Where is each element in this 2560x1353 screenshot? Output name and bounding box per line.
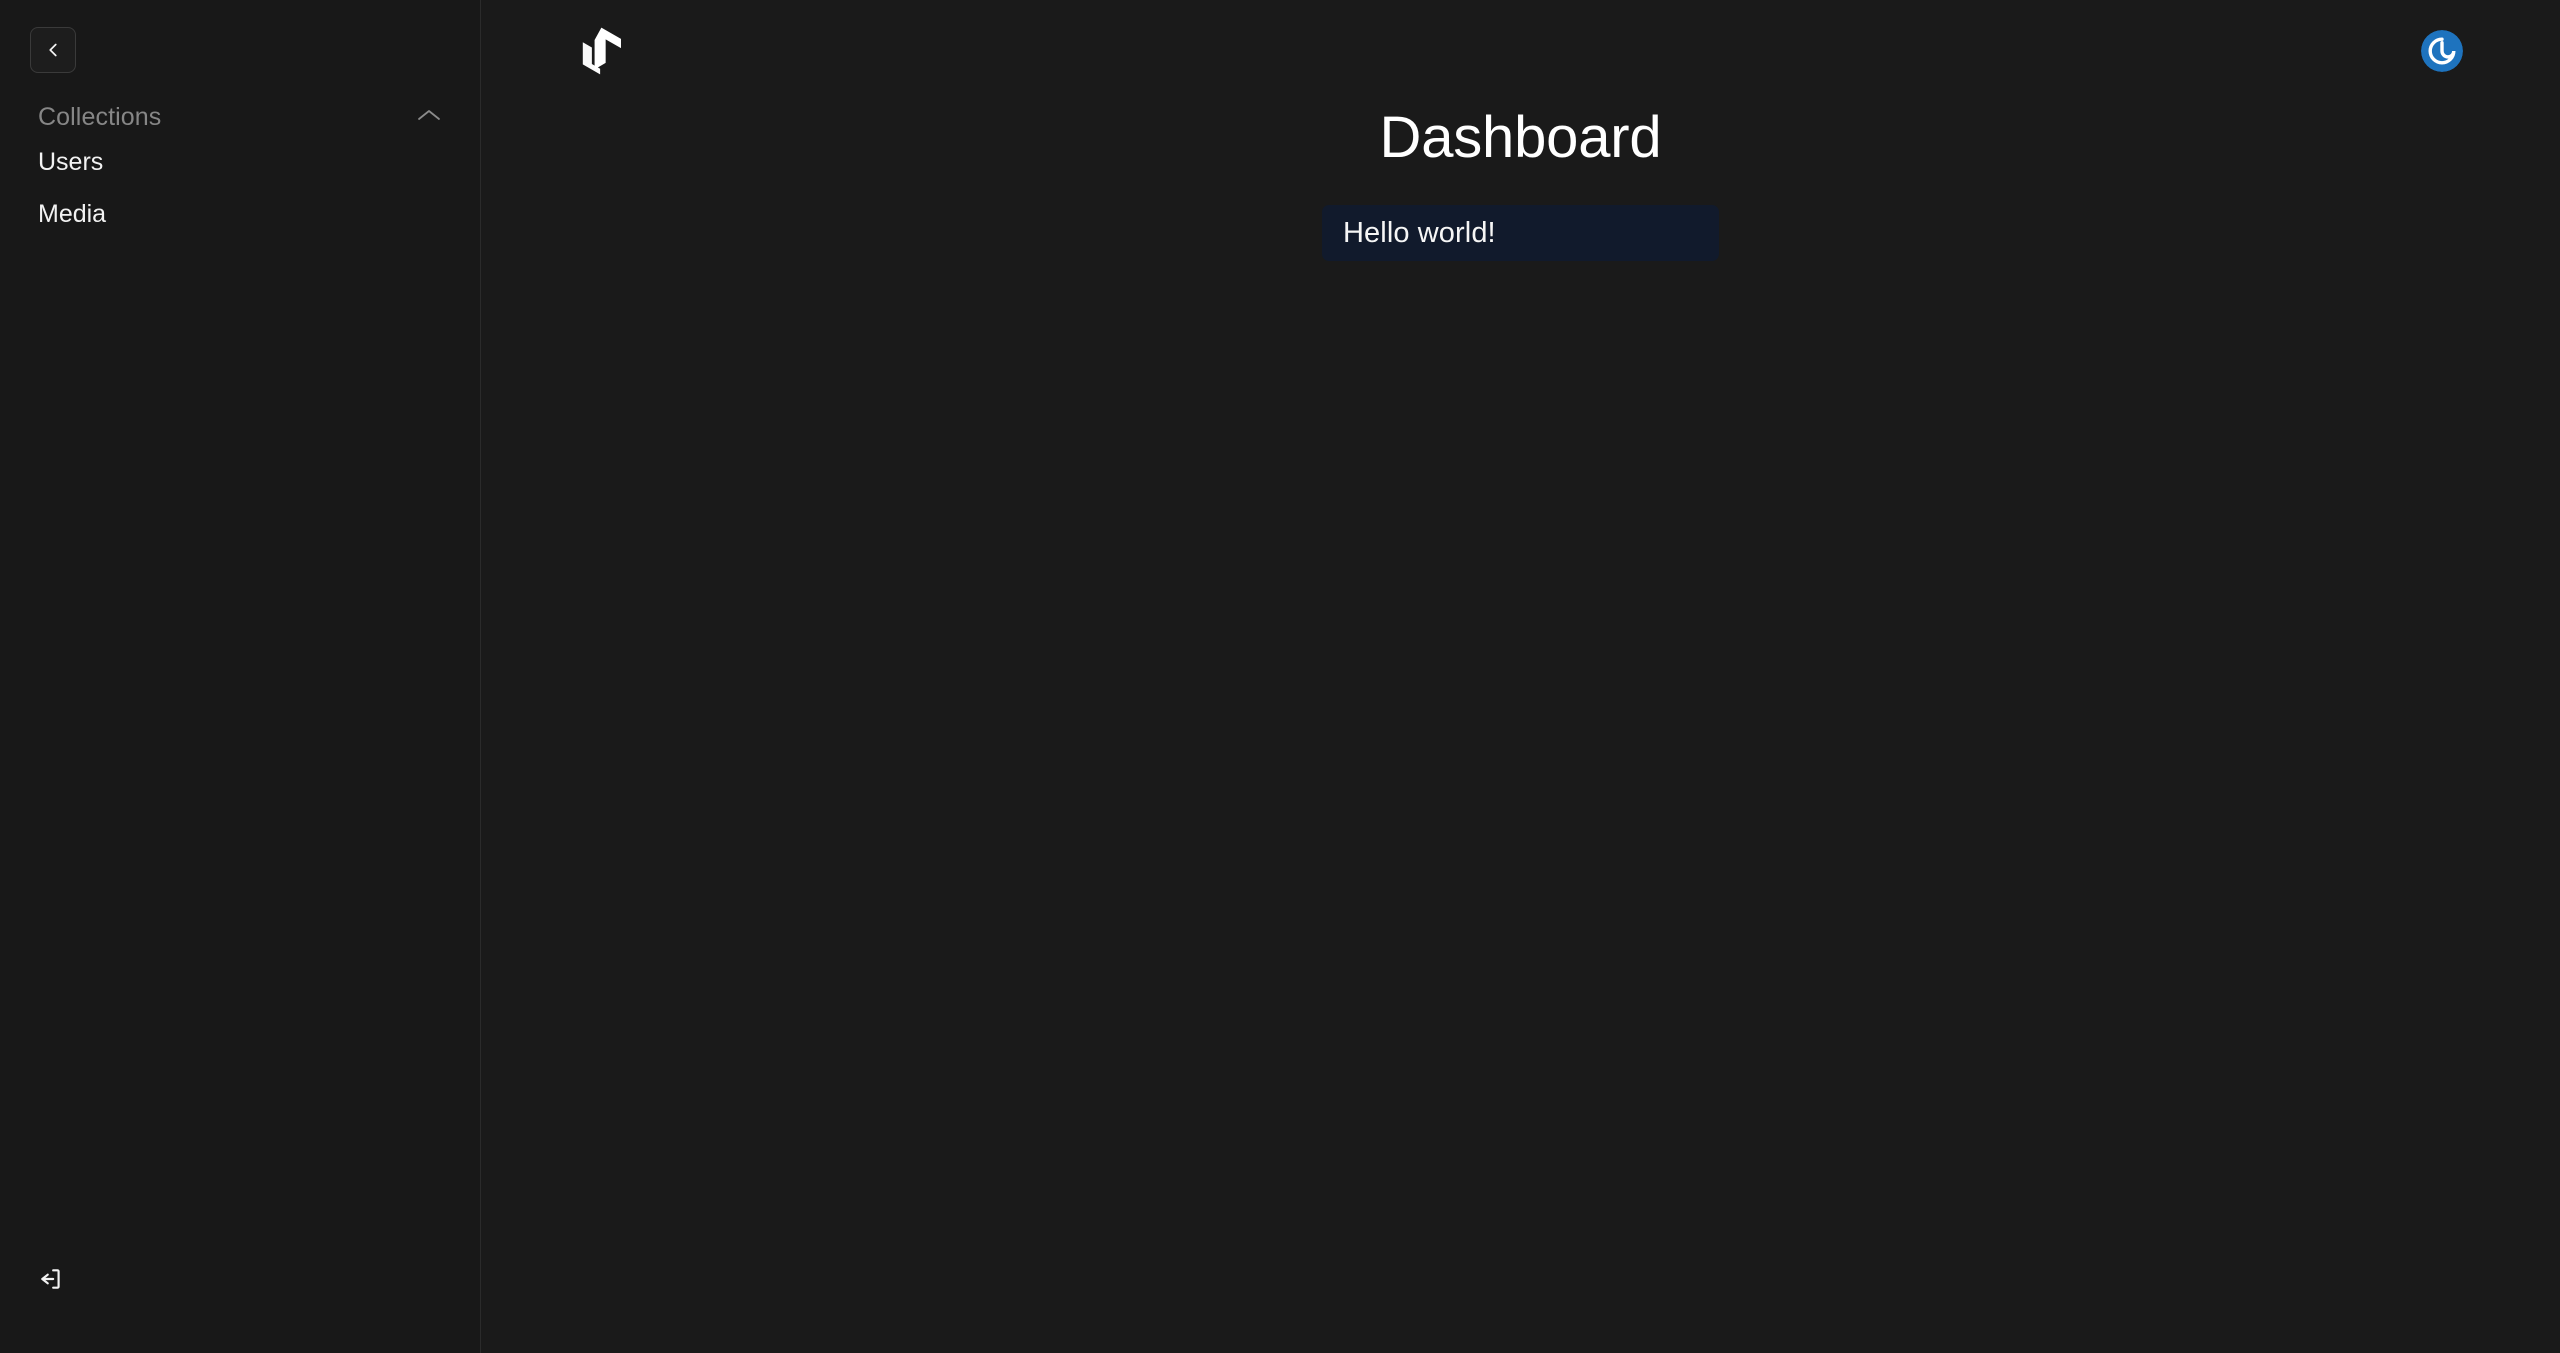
hello-world-card: Hello world! <box>1322 205 1719 261</box>
dashboard-view: Dashboard Hello world! <box>481 96 2560 261</box>
nav-item-list: Users Media <box>38 142 480 234</box>
sidebar-item-media[interactable]: Media <box>38 194 480 234</box>
sidebar-collapse-button[interactable] <box>30 27 76 73</box>
account-avatar[interactable] <box>2421 30 2463 72</box>
hello-world-text: Hello world! <box>1343 217 1496 249</box>
main-content: Dashboard Hello world! <box>481 0 2560 1353</box>
sidebar-item-users[interactable]: Users <box>38 142 480 182</box>
nav-group-title: Collections <box>38 103 162 131</box>
chevron-up-icon[interactable] <box>415 107 443 128</box>
nav-group-collections[interactable]: Collections <box>38 102 480 132</box>
page-title: Dashboard <box>1379 105 1662 170</box>
sidebar-header <box>0 0 480 73</box>
sidebar: Collections Users Media <box>0 0 481 1353</box>
chevron-left-icon <box>42 39 64 61</box>
sidebar-nav: Collections Users Media <box>0 102 480 246</box>
logout-button[interactable] <box>30 1259 72 1301</box>
app-header <box>481 0 2560 96</box>
payload-logo-icon[interactable] <box>576 25 628 77</box>
logout-icon <box>38 1266 64 1295</box>
sidebar-footer <box>0 1259 480 1353</box>
admin-app: Collections Users Media Dashboard Hello … <box>0 0 2560 1353</box>
